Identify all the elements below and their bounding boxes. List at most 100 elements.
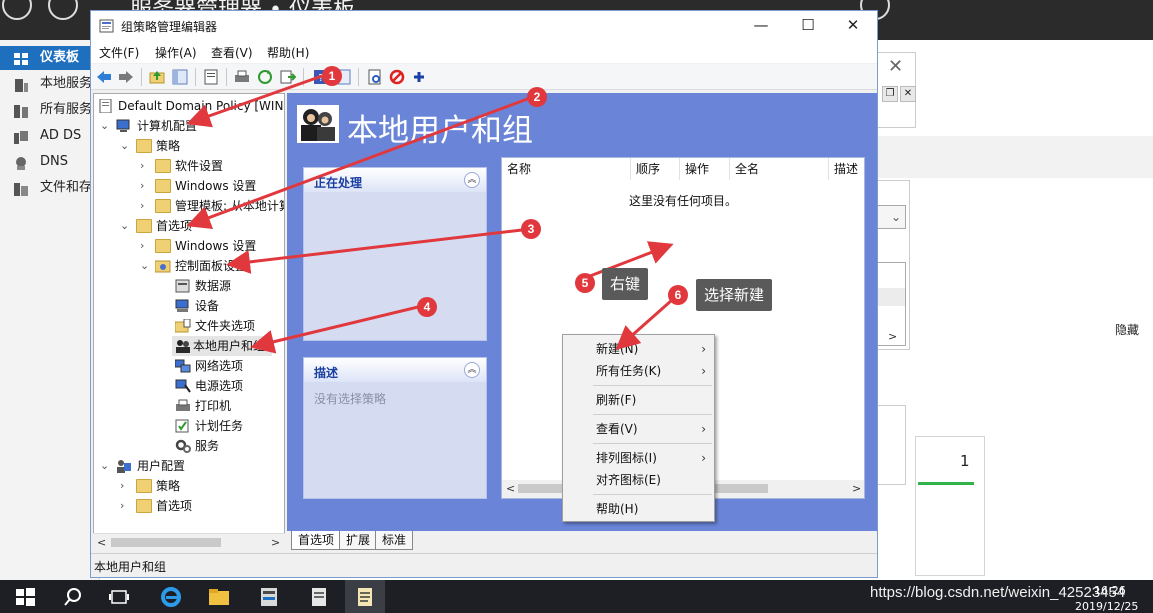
- scroll-right-icon[interactable]: >: [271, 536, 280, 549]
- tree-node-data-sources[interactable]: 数据源: [96, 276, 284, 296]
- properties-icon[interactable]: [203, 69, 219, 85]
- server-manager-taskbar-icon[interactable]: [258, 586, 280, 608]
- collapse-icon[interactable]: ⌄: [140, 256, 150, 276]
- tree-node-pref-windows-settings[interactable]: › Windows 设置: [96, 236, 284, 256]
- column-header-description[interactable]: 描述: [829, 158, 864, 180]
- tree-node-local-users-groups[interactable]: 本地用户和组: [172, 336, 272, 356]
- add-icon[interactable]: [411, 69, 427, 85]
- expand-icon[interactable]: ›: [120, 476, 130, 496]
- column-header-name[interactable]: 名称: [502, 158, 631, 180]
- sidebar-item-dns[interactable]: DNS: [0, 150, 100, 174]
- menu-item-new[interactable]: 新建(N) ›: [563, 338, 714, 360]
- tree-horizontal-scrollbar[interactable]: < >: [93, 533, 285, 551]
- tree-node-policies[interactable]: ⌄ 策略: [96, 136, 284, 156]
- menu-item-arrange-icons[interactable]: 排列图标(I) ›: [563, 447, 714, 469]
- column-header-fullname[interactable]: 全名: [730, 158, 829, 180]
- windows-start-icon[interactable]: [14, 586, 36, 608]
- expand-icon[interactable]: ›: [140, 236, 150, 256]
- menu-file[interactable]: 文件(F): [99, 44, 139, 61]
- list-selected-row[interactable]: [877, 288, 905, 306]
- task-view-icon[interactable]: [108, 586, 130, 608]
- menu-item-align-icons[interactable]: 对齐图标(E): [563, 469, 714, 491]
- tree-node-user-config[interactable]: ⌄ 用户配置: [96, 456, 284, 476]
- back-circle-button[interactable]: [2, 0, 32, 20]
- forward-arrow-icon[interactable]: [118, 69, 134, 85]
- tree-node-windows-settings[interactable]: › Windows 设置: [96, 176, 284, 196]
- tree-node-control-panel-settings[interactable]: ⌄ 控制面板设置: [96, 256, 284, 276]
- search-icon[interactable]: [62, 586, 84, 608]
- preview-icon[interactable]: [367, 69, 383, 85]
- menu-action[interactable]: 操作(A): [155, 44, 197, 61]
- forward-circle-button[interactable]: [48, 0, 78, 20]
- minimize-button[interactable]: —: [741, 14, 781, 38]
- tree-node-power-options[interactable]: 电源选项: [96, 376, 284, 396]
- tree-node-printers[interactable]: 打印机: [96, 396, 284, 416]
- tree-node-gpo-root[interactable]: Default Domain Policy [WIN-: [96, 96, 284, 116]
- expand-icon[interactable]: ›: [140, 176, 150, 196]
- close-button[interactable]: ✕: [833, 14, 873, 38]
- mmc-taskbar-icon[interactable]: [308, 586, 330, 608]
- up-folder-icon[interactable]: [149, 69, 165, 85]
- tree-node-software-settings[interactable]: › 软件设置: [96, 156, 284, 176]
- scrollbar-thumb[interactable]: [111, 538, 221, 547]
- tab-extended[interactable]: 扩展: [339, 531, 378, 550]
- hide-link[interactable]: 隐藏: [1115, 321, 1139, 338]
- file-explorer-icon[interactable]: [208, 586, 230, 608]
- tree-node-network-options[interactable]: 网络选项: [96, 356, 284, 376]
- active-app-highlight[interactable]: [345, 580, 385, 613]
- show-hide-tree-icon[interactable]: [172, 69, 188, 85]
- description-panel-header[interactable]: 描述 ︽: [304, 358, 486, 382]
- expand-icon[interactable]: ›: [140, 156, 150, 176]
- menu-help[interactable]: 帮助(H): [267, 44, 309, 61]
- collapse-icon[interactable]: ⌄: [100, 456, 110, 476]
- tree-node-admin-templates[interactable]: › 管理模板: 从本地计算机: [96, 196, 284, 216]
- close-pane-icon[interactable]: ✕: [900, 86, 916, 102]
- tree-node-computer-config[interactable]: ⌄ 计算机配置: [96, 116, 284, 136]
- menu-item-all-tasks[interactable]: 所有任务(K) ›: [563, 360, 714, 382]
- back-arrow-icon[interactable]: [96, 69, 112, 85]
- tab-standard[interactable]: 标准: [375, 531, 414, 550]
- maximize-button[interactable]: ☐: [788, 14, 828, 38]
- tree-node-devices[interactable]: 设备: [96, 296, 284, 316]
- block-icon[interactable]: [389, 69, 405, 85]
- column-header-action[interactable]: 操作: [680, 158, 730, 180]
- internet-explorer-icon[interactable]: [160, 586, 182, 608]
- tree-node-scheduled-tasks[interactable]: 计划任务: [96, 416, 284, 436]
- collapse-icon[interactable]: ⌄: [100, 116, 110, 136]
- dropdown-select[interactable]: ⌄: [876, 205, 906, 229]
- sidebar-item-local-server[interactable]: 本地服务器: [0, 72, 100, 96]
- scroll-left-icon[interactable]: <: [506, 482, 515, 495]
- sidebar-item-file-storage[interactable]: 文件和存储服务: [0, 176, 100, 200]
- clock-date[interactable]: 2019/12/25: [1075, 600, 1138, 613]
- collapse-chevron-icon[interactable]: ︽: [464, 362, 480, 378]
- collapse-icon[interactable]: ⌄: [120, 216, 130, 236]
- print-icon[interactable]: [234, 69, 250, 85]
- scroll-left-icon[interactable]: <: [97, 536, 106, 549]
- tab-preferences[interactable]: 首选项: [291, 531, 342, 550]
- sidebar-item-ad-ds[interactable]: AD DS: [0, 124, 100, 148]
- menu-item-view[interactable]: 查看(V) ›: [563, 418, 714, 440]
- processing-panel-header[interactable]: 正在处理 ︽: [304, 168, 486, 192]
- export-list-icon[interactable]: [280, 69, 297, 85]
- tree-node-user-policies[interactable]: › 策略: [96, 476, 284, 496]
- menu-view[interactable]: 查看(V): [211, 44, 253, 61]
- menu-item-refresh[interactable]: 刷新(F): [563, 389, 714, 411]
- sidebar-item-all-servers[interactable]: 所有服务器: [0, 98, 100, 122]
- collapse-chevron-icon[interactable]: ︽: [464, 172, 480, 188]
- tree-node-folder-options[interactable]: 文件夹选项: [96, 316, 284, 336]
- clock-time[interactable]: 16:26: [1094, 584, 1126, 597]
- menu-item-help[interactable]: 帮助(H): [563, 498, 714, 520]
- restore-pane-icon[interactable]: ❐: [882, 86, 898, 102]
- gp-editor-taskbar-icon[interactable]: [354, 586, 376, 608]
- tree-node-services[interactable]: 服务: [96, 436, 284, 456]
- scroll-right-icon[interactable]: >: [888, 330, 897, 343]
- tree-node-preferences[interactable]: ⌄ 首选项: [96, 216, 284, 236]
- sidebar-item-dashboard[interactable]: 仪表板: [0, 46, 100, 70]
- refresh-icon[interactable]: [257, 69, 273, 85]
- scroll-right-icon[interactable]: >: [852, 482, 861, 495]
- close-icon[interactable]: ✕: [888, 56, 903, 77]
- column-header-order[interactable]: 顺序: [631, 158, 680, 180]
- expand-icon[interactable]: ›: [140, 196, 150, 216]
- expand-icon[interactable]: ›: [120, 496, 130, 516]
- collapse-icon[interactable]: ⌄: [120, 136, 130, 156]
